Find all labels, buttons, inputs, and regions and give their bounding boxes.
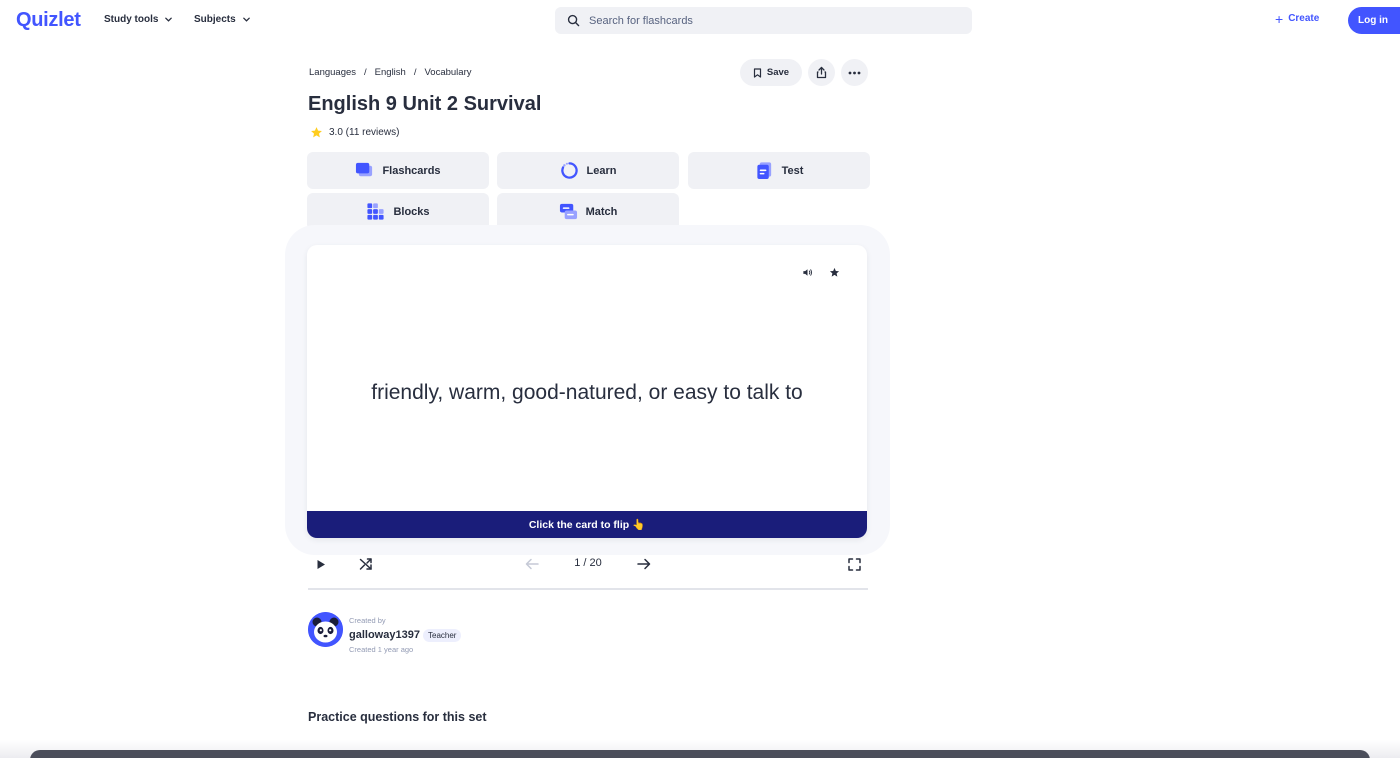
play-icon (317, 559, 325, 569)
card-counter: 1 / 20 (574, 557, 602, 569)
breadcrumb-separator: / (413, 67, 417, 78)
autoplay-button[interactable] (311, 554, 331, 574)
mode-flashcards[interactable]: Flashcards (307, 152, 489, 189)
learn-icon (560, 162, 578, 179)
share-icon (816, 66, 827, 79)
star-term-button[interactable] (829, 267, 840, 278)
quizlet-logo[interactable]: Quizlet (16, 9, 81, 32)
breadcrumb-vocabulary[interactable]: Vocabulary (424, 67, 471, 78)
mode-label: Test (781, 164, 804, 177)
search-bar[interactable] (555, 7, 972, 34)
card-actions (802, 267, 840, 278)
login-button[interactable]: Log in (1348, 7, 1400, 34)
chevron-down-icon (165, 17, 173, 22)
more-dots-icon (848, 71, 861, 74)
plus-icon: + (1275, 10, 1284, 27)
search-input[interactable] (589, 14, 949, 27)
fullscreen-button[interactable] (844, 554, 864, 574)
rating-text: 3.0 (11 reviews) (329, 127, 400, 138)
flashcard[interactable]: friendly, warm, good-natured, or easy to… (307, 245, 867, 538)
chevron-down-icon (242, 17, 250, 22)
panda-avatar-icon (308, 612, 343, 647)
flip-hint-bar: Click the card to flip 👆 (307, 511, 867, 538)
star-icon (829, 267, 840, 277)
more-options-button[interactable] (841, 59, 868, 86)
mode-label: Blocks (393, 205, 430, 218)
flashcards-icon (356, 162, 373, 177)
teacher-badge: Teacher (423, 629, 462, 642)
create-label: Create (1288, 13, 1320, 24)
subjects-label: Subjects (194, 14, 236, 25)
create-button[interactable]: + Create (1275, 10, 1320, 27)
bookmark-icon (753, 67, 762, 78)
breadcrumb-english[interactable]: English (375, 67, 406, 78)
top-navigation: Quizlet Study tools Subjects + Create Lo… (0, 0, 1400, 42)
arrow-right-icon (637, 558, 651, 570)
previous-card-button[interactable] (522, 554, 542, 574)
card-definition: friendly, warm, good-natured, or easy to… (371, 381, 803, 404)
shuffle-button[interactable] (356, 554, 376, 574)
speaker-icon (803, 269, 812, 276)
mode-learn[interactable]: Learn (497, 152, 679, 189)
match-icon (559, 203, 577, 220)
breadcrumb: Languages / English / Vocabulary (309, 67, 472, 78)
audio-button[interactable] (802, 267, 813, 278)
fullscreen-icon (847, 557, 861, 571)
set-title: English 9 Unit 2 Survival (308, 93, 542, 115)
created-by-label: Created by (349, 616, 386, 625)
blocks-icon (367, 203, 385, 220)
creator-username[interactable]: galloway1397 (349, 629, 420, 641)
save-label: Save (766, 67, 790, 78)
mode-label: Match (585, 205, 618, 218)
breadcrumb-separator: / (364, 67, 367, 78)
study-tools-label: Study tools (104, 14, 159, 25)
created-date: Created 1 year ago (349, 645, 414, 654)
arrow-left-icon (525, 558, 539, 570)
search-icon (567, 14, 580, 27)
bottom-panel-edge (30, 750, 1370, 758)
mode-test[interactable]: Test (688, 152, 870, 189)
study-tools-menu[interactable]: Study tools (104, 14, 173, 25)
mode-label: Learn (586, 164, 617, 177)
section-divider (308, 588, 868, 590)
breadcrumb-languages[interactable]: Languages (309, 67, 356, 78)
set-rating[interactable]: 3.0 (11 reviews) (310, 126, 399, 139)
shuffle-icon (359, 558, 372, 570)
mode-label: Flashcards (382, 164, 441, 177)
next-card-button[interactable] (634, 554, 654, 574)
test-icon (756, 162, 771, 180)
subjects-menu[interactable]: Subjects (194, 14, 251, 25)
avatar[interactable] (308, 612, 343, 647)
save-button[interactable]: Save (740, 59, 802, 86)
practice-questions-heading: Practice questions for this set (308, 710, 487, 724)
share-button[interactable] (808, 59, 835, 86)
star-icon (311, 127, 322, 138)
